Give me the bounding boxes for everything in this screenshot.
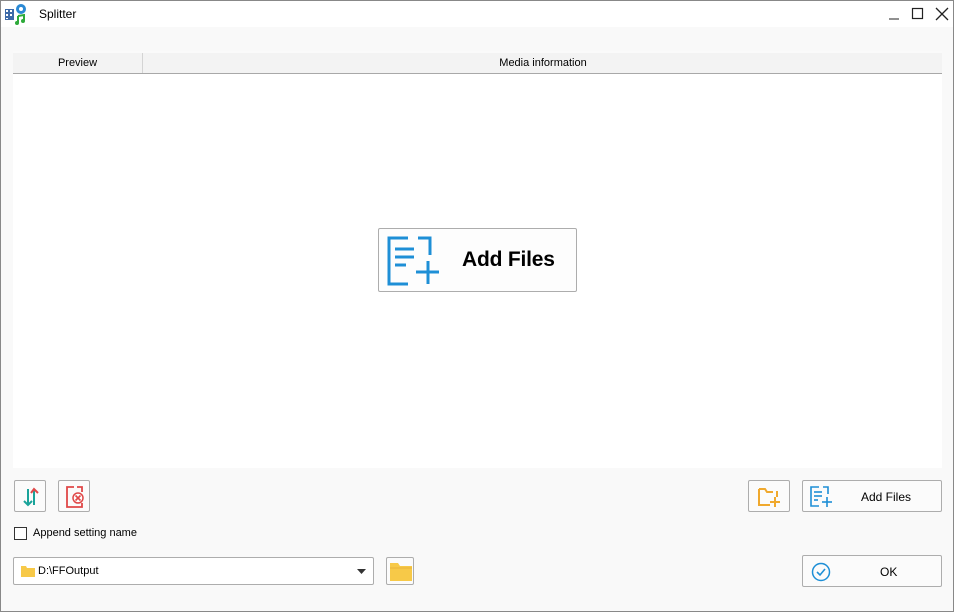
title-bar: Splitter	[1, 1, 953, 27]
sort-icon	[23, 487, 39, 507]
minimize-icon	[889, 18, 899, 20]
splitter-window: Splitter Preview Media information Add F…	[0, 0, 954, 612]
add-files-button-label: Add Files	[861, 490, 912, 504]
folder-icon	[390, 563, 412, 581]
add-files-icon	[386, 235, 440, 287]
add-folder-button[interactable]	[748, 480, 790, 512]
ok-button[interactable]: OK	[802, 555, 942, 587]
sort-button[interactable]	[14, 480, 46, 512]
add-files-button[interactable]: Add Files	[802, 480, 942, 512]
add-files-center-button[interactable]: Add Files	[378, 228, 577, 292]
column-header-media-information[interactable]: Media information	[144, 53, 942, 73]
add-files-center-label: Add Files	[462, 248, 555, 271]
close-icon	[935, 7, 949, 21]
add-files-icon	[810, 486, 832, 507]
column-header-preview[interactable]: Preview	[13, 53, 143, 73]
folder-icon	[21, 566, 35, 577]
output-path-value: D:\FFOutput	[38, 565, 99, 577]
browse-folder-button[interactable]	[386, 557, 414, 585]
table-header: Preview Media information	[13, 53, 942, 74]
append-setting-name-checkbox[interactable]	[14, 527, 27, 540]
append-setting-name-label[interactable]: Append setting name	[33, 527, 137, 539]
close-button[interactable]	[930, 1, 954, 27]
output-path-combobox[interactable]: D:\FFOutput	[13, 557, 374, 585]
check-circle-icon	[811, 562, 831, 582]
window-title: Splitter	[39, 7, 77, 21]
splitter-app-icon	[4, 3, 28, 25]
chevron-down-icon	[357, 569, 366, 574]
remove-file-button[interactable]	[58, 480, 90, 512]
minimize-button[interactable]	[882, 1, 906, 27]
add-folder-icon	[758, 488, 780, 507]
maximize-icon	[911, 7, 924, 20]
remove-file-icon	[66, 486, 84, 508]
ok-button-label: OK	[880, 565, 898, 579]
maximize-button[interactable]	[906, 1, 930, 27]
